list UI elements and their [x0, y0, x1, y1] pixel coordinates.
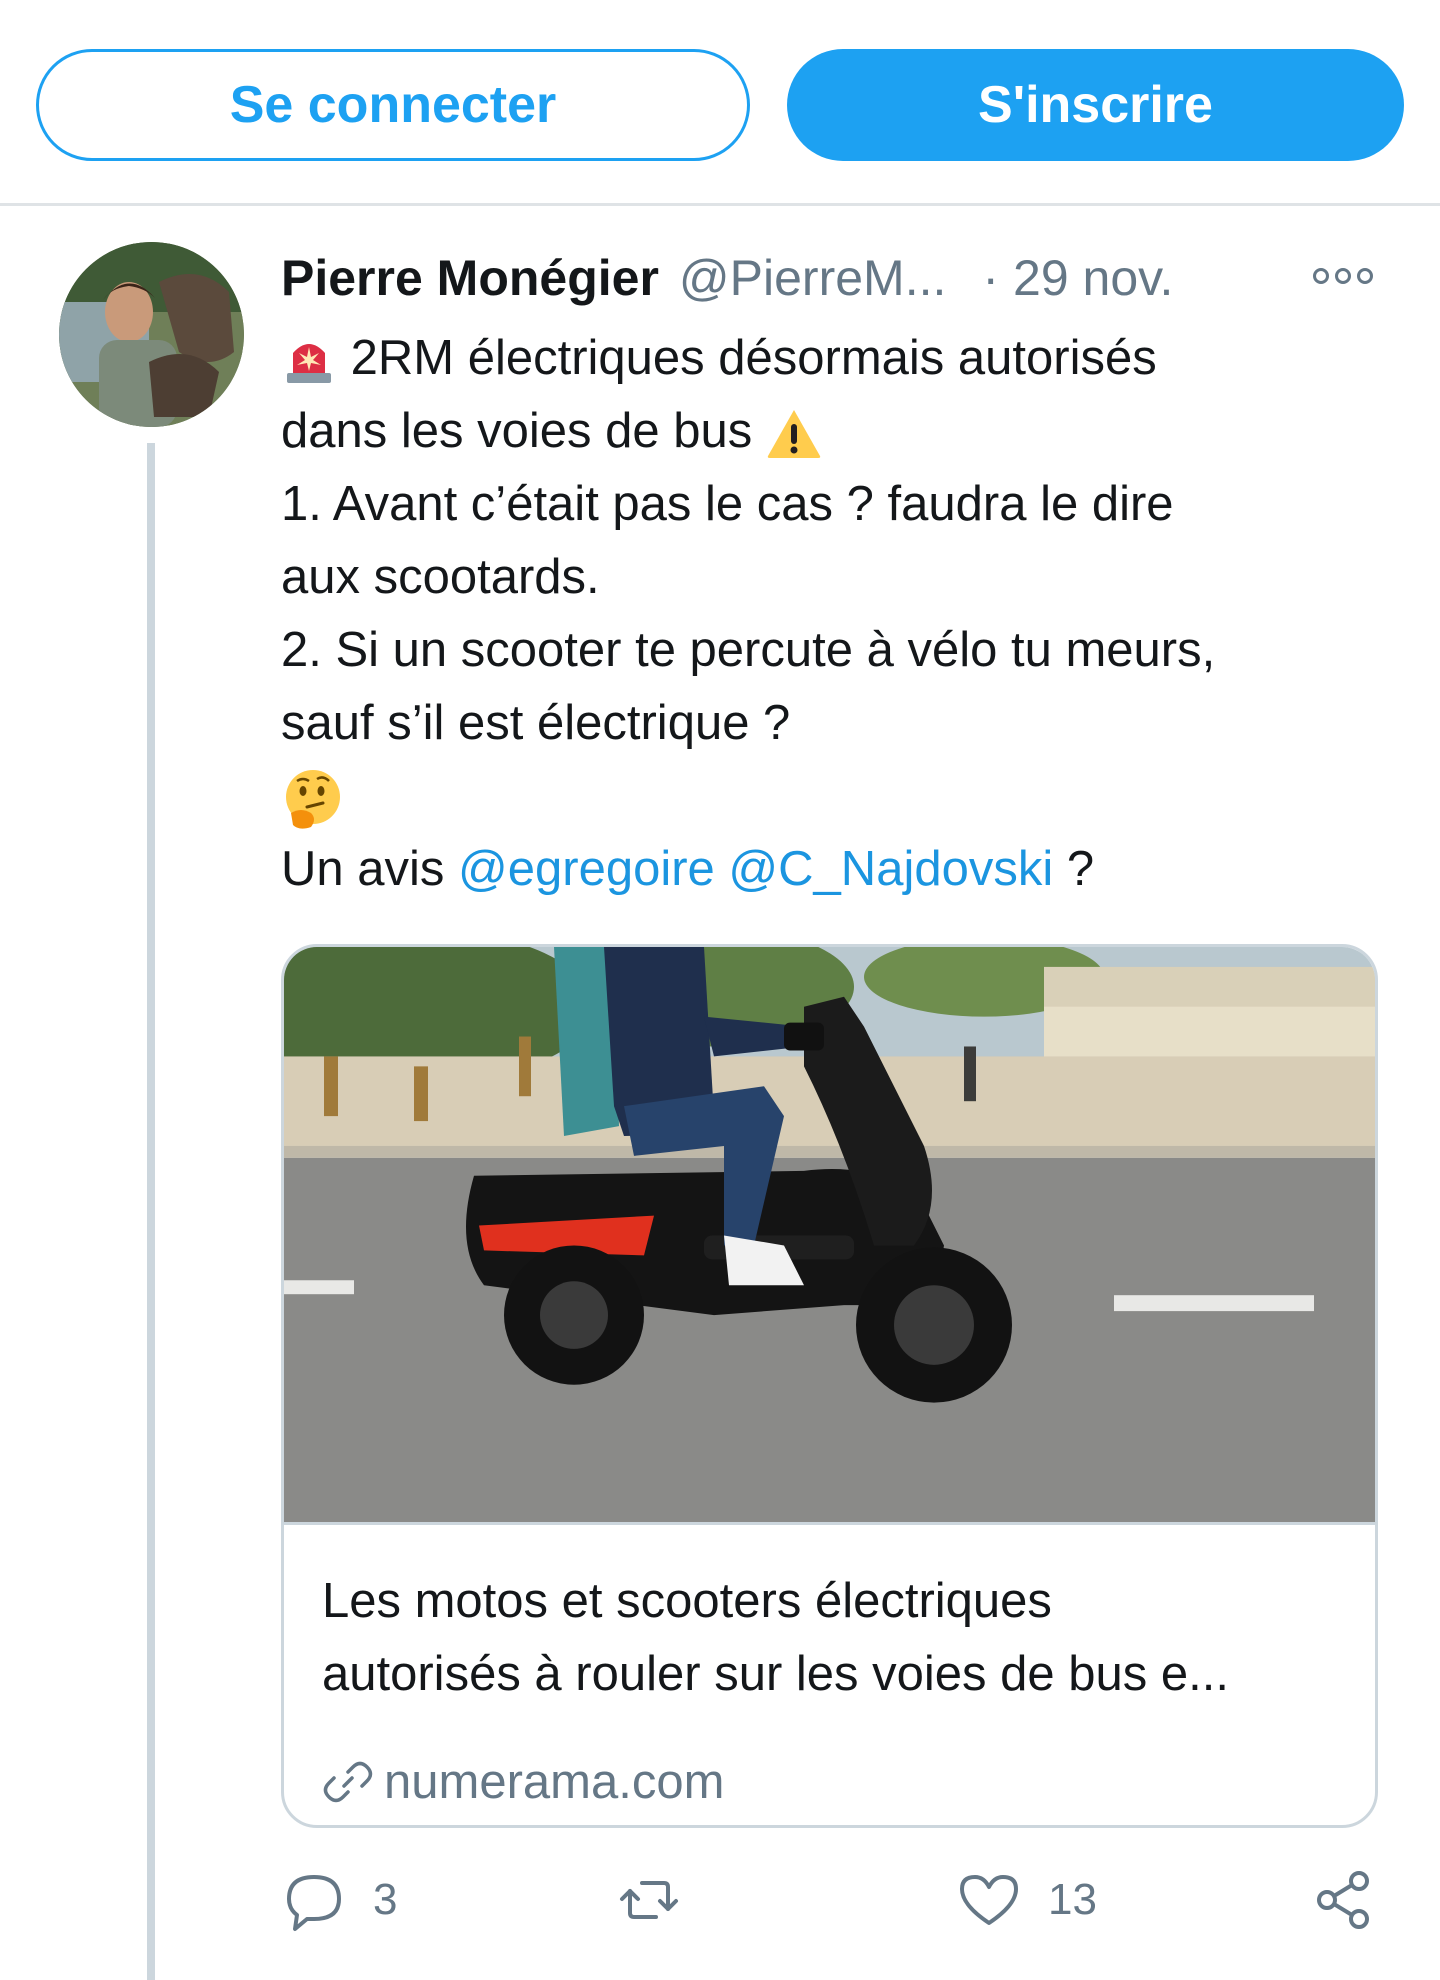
thread-line: [147, 443, 155, 1980]
tweet-line-3: 1. Avant c’était pas le cas ? faudra le …: [281, 477, 1174, 531]
card-domain[interactable]: numerama.com: [322, 1747, 724, 1817]
avatar-image: [59, 242, 244, 427]
reply-count: 3: [373, 1875, 398, 1924]
mention-egregoire[interactable]: @egregoire: [458, 842, 715, 896]
card-title[interactable]: Les motos et scooters électriques autori…: [322, 1565, 1342, 1711]
tweet-text-l2: dans les voies de bus: [281, 404, 753, 458]
warning-emoji: [767, 410, 821, 459]
thinking-face-emoji: [286, 770, 340, 829]
like-icon: [960, 1875, 1018, 1925]
tweet-header: Pierre Monégier @PierreM... · 29 nov.: [281, 240, 1411, 316]
like-count: 13: [1048, 1875, 1097, 1924]
reply-icon: [287, 1875, 341, 1931]
author-name[interactable]: Pierre Monégier: [281, 249, 659, 307]
tweet-text-l1: 2RM électriques désormais autorisés: [350, 331, 1157, 385]
police-light-emoji: [287, 344, 331, 384]
reply-button[interactable]: 3: [281, 1860, 397, 1940]
card-title-line-1: Les motos et scooters électriques: [322, 1574, 1052, 1628]
login-button[interactable]: Se connecter: [36, 49, 750, 161]
tweet-line-4: aux scootards.: [281, 550, 600, 604]
mention-c-najdovski[interactable]: @C_Najdovski: [728, 842, 1053, 896]
auth-bar: Se connecter S'inscrire: [0, 0, 1440, 206]
like-button[interactable]: 13: [956, 1860, 1097, 1940]
signup-button[interactable]: S'inscrire: [787, 49, 1404, 161]
card-title-line-2: autorisés à rouler sur les voies de bus …: [322, 1647, 1229, 1701]
author-handle[interactable]: @PierreM...: [679, 249, 946, 307]
tweet-actions: 3 13: [281, 1860, 1411, 1940]
card-domain-text: numerama.com: [384, 1755, 725, 1809]
tweet-line-5: 2. Si un scooter te percute à vélo tu me…: [281, 623, 1216, 677]
share-button[interactable]: [1311, 1860, 1377, 1940]
more-options-icon[interactable]: [1313, 268, 1375, 290]
header-separator: ·: [982, 250, 1000, 306]
tweet-line-7: [281, 760, 1411, 833]
retweet-button[interactable]: [616, 1860, 682, 1940]
retweet-icon: [620, 1881, 678, 1919]
tweet-date[interactable]: 29 nov.: [1013, 249, 1173, 307]
avatar[interactable]: [59, 242, 244, 427]
tweet-line-2: dans les voies de bus: [281, 395, 1411, 468]
tweet-text: 2RM électriques désormais autorisés dans…: [281, 322, 1411, 906]
tweet-line-6: sauf s’il est électrique ?: [281, 696, 791, 750]
link-card[interactable]: Les motos et scooters électriques autori…: [281, 944, 1378, 1828]
electric-scooter-photo: [284, 947, 1375, 1525]
link-icon: [323, 1761, 373, 1803]
tweet-line-8: Un avis @egregoire @C_Najdovski ?: [281, 833, 1411, 906]
tweet-line-1: 2RM électriques désormais autorisés: [281, 322, 1411, 395]
share-icon: [1317, 1871, 1369, 1929]
tweet-text-l8-suffix: ?: [1066, 842, 1095, 896]
tweet-text-l8-prefix: Un avis: [281, 842, 445, 896]
